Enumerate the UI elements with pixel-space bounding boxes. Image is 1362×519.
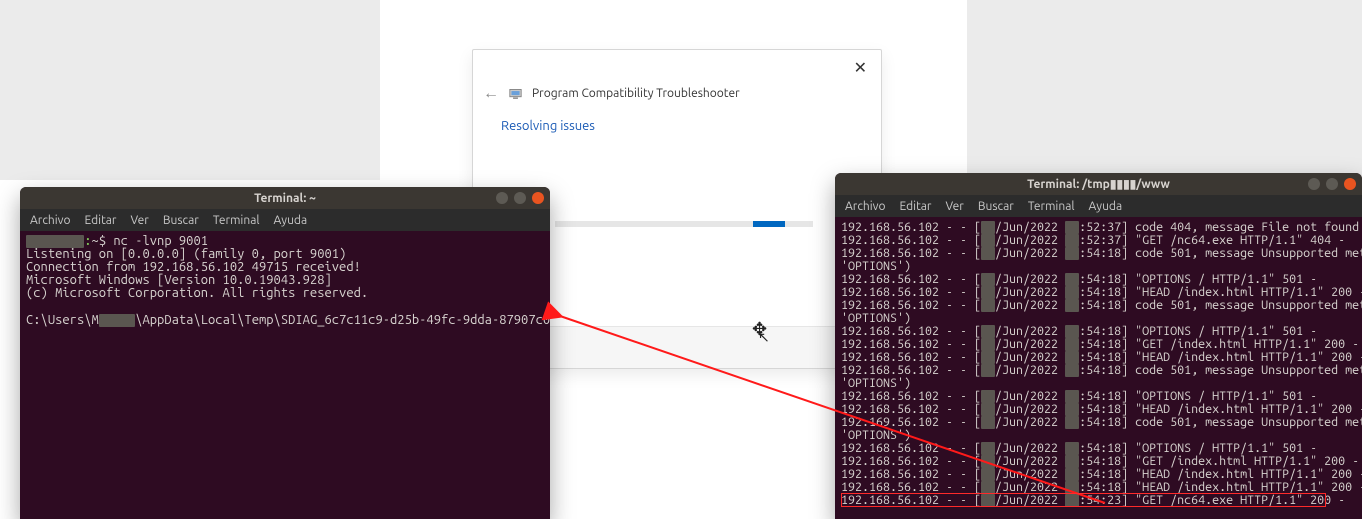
menu-item-buscar[interactable]: Buscar (163, 214, 199, 227)
terminal-line (26, 300, 544, 313)
minimize-icon[interactable] (496, 192, 508, 204)
move-cursor-icon: ✥↖ (752, 319, 767, 340)
dialog-title: Program Compatibility Troubleshooter (532, 87, 740, 100)
terminal-left-title: Terminal: ~ (254, 192, 316, 205)
terminal-line: 192.168.56.102 - - [xx/Jun/2022 xx:54:18… (841, 299, 1356, 312)
terminal-line: (c) Microsoft Corporation. All rights re… (26, 287, 544, 300)
maximize-icon[interactable] (1326, 178, 1338, 190)
terminal-right[interactable]: Terminal: /tmp▮▮▮▮/www Archivo Editar Ver B… (835, 173, 1362, 519)
terminal-left-titlebar[interactable]: Terminal: ~ (20, 187, 550, 209)
maximize-icon[interactable] (514, 192, 526, 204)
menu-item-editar[interactable]: Editar (85, 214, 117, 227)
close-window-icon[interactable] (532, 192, 544, 204)
terminal-line: 192.169.56.102 - - [xx/Jun/2022 xx:54:18… (841, 416, 1356, 429)
terminal-right-menubar[interactable]: Archivo Editar Ver Buscar Terminal Ayuda (835, 195, 1362, 217)
back-icon[interactable]: ← (483, 84, 499, 103)
troubleshooter-icon (509, 87, 522, 100)
menu-item-archivo[interactable]: Archivo (30, 214, 71, 227)
background-strip-right (967, 0, 1362, 180)
terminal-line: 192.168.56.102 - - [xx/Jun/2022 xx:54:23… (841, 494, 1356, 507)
terminal-right-output[interactable]: 192.168.56.102 - - [xx/Jun/2022 xx:52:37… (835, 217, 1362, 511)
menu-item-ayuda[interactable]: Ayuda (274, 214, 308, 227)
menu-item-archivo[interactable]: Archivo (845, 200, 886, 213)
menu-item-terminal[interactable]: Terminal (213, 214, 260, 227)
terminal-line: C:\Users\Mxxxxx\AppData\Local\Temp\SDIAG… (26, 313, 544, 326)
terminal-right-title: Terminal: /tmp▮▮▮▮/www (1027, 177, 1170, 191)
menu-item-buscar[interactable]: Buscar (978, 200, 1014, 213)
terminal-right-titlebar[interactable]: Terminal: /tmp▮▮▮▮/www (835, 173, 1362, 195)
menu-item-ayuda[interactable]: Ayuda (1089, 200, 1123, 213)
progress-bar (555, 221, 813, 227)
terminal-left-output[interactable]: xxxxxxxx:~$ nc -lvnp 9001Listening on [0… (20, 231, 550, 330)
background-strip-left (0, 0, 380, 180)
close-window-icon[interactable] (1344, 178, 1356, 190)
close-icon[interactable]: ✕ (854, 58, 867, 77)
terminal-line: 192.168.56.102 - - [xx/Jun/2022 xx:54:18… (841, 247, 1356, 260)
menu-item-terminal[interactable]: Terminal (1028, 200, 1075, 213)
terminal-line: 192.168.56.102 - - [xx/Jun/2022 xx:54:18… (841, 364, 1356, 377)
menu-item-ver[interactable]: Ver (945, 200, 963, 213)
menu-item-ver[interactable]: Ver (130, 214, 148, 227)
menu-item-editar[interactable]: Editar (900, 200, 932, 213)
terminal-left-menubar[interactable]: Archivo Editar Ver Buscar Terminal Ayuda (20, 209, 550, 231)
terminal-left[interactable]: Terminal: ~ Archivo Editar Ver Buscar Termin… (20, 187, 550, 519)
progress-fill (753, 221, 785, 227)
minimize-icon[interactable] (1308, 178, 1320, 190)
dialog-status: Resolving issues (501, 119, 595, 133)
